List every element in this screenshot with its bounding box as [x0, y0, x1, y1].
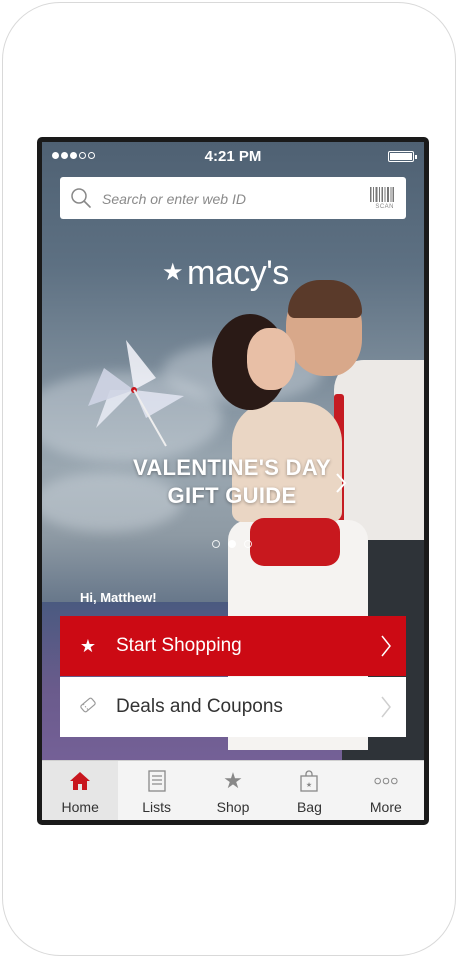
tab-shop-label: Shop — [216, 799, 250, 815]
pinwheel-icon — [88, 340, 184, 447]
deals-and-coupons-label: Deals and Coupons — [116, 696, 283, 717]
chevron-right-icon — [366, 677, 406, 737]
greeting-text: Hi, Matthew! — [80, 590, 157, 605]
svg-text:★: ★ — [306, 781, 312, 789]
tab-lists[interactable]: Lists — [118, 761, 194, 820]
bag-icon: ★ — [297, 769, 321, 793]
tab-lists-label: Lists — [142, 799, 171, 815]
status-time: 4:21 PM — [204, 148, 262, 165]
hero-title-line2: GIFT GUIDE — [167, 483, 297, 508]
coupon-tag-icon — [60, 696, 116, 719]
carousel-dot[interactable] — [212, 540, 220, 548]
battery-icon — [388, 151, 417, 162]
tab-home[interactable]: Home — [42, 761, 119, 820]
bottom-tab-bar: Home Lists ★ Shop ★ Bag More — [42, 760, 424, 820]
list-icon — [145, 769, 169, 793]
phone-screen: 4:21 PM Search or enter web ID SCAN ★ ma… — [37, 137, 429, 825]
deals-and-coupons-button[interactable]: Deals and Coupons — [60, 677, 406, 737]
tab-bag-label: Bag — [296, 799, 322, 815]
more-icon — [374, 769, 398, 793]
app-viewport: 4:21 PM Search or enter web ID SCAN ★ ma… — [42, 142, 424, 820]
star-icon: ★ — [223, 768, 243, 793]
carousel-next-chevron-icon[interactable] — [334, 472, 348, 494]
tab-shop[interactable]: ★ Shop — [195, 761, 271, 820]
chevron-right-icon — [366, 616, 406, 676]
phone-frame: 4:21 PM Search or enter web ID SCAN ★ ma… — [2, 2, 456, 956]
home-icon — [68, 769, 92, 793]
hero-title-line1: VALENTINE'S DAY — [133, 455, 331, 480]
search-icon — [71, 188, 91, 208]
hero-banner-title[interactable]: VALENTINE'S DAY GIFT GUIDE — [102, 454, 362, 510]
carousel-indicator — [212, 540, 252, 548]
tab-more-label: More — [369, 799, 402, 815]
carousel-dot[interactable] — [244, 540, 252, 548]
logo-text: macy's — [187, 254, 289, 292]
carousel-dot-active[interactable] — [228, 540, 236, 548]
search-bar[interactable]: SCAN — [60, 177, 406, 219]
status-bar: 4:21 PM — [42, 142, 424, 170]
search-input[interactable] — [100, 186, 354, 212]
star-icon: ★ — [79, 635, 97, 656]
logo-star-icon: ★ — [162, 259, 184, 286]
start-shopping-label: Start Shopping — [116, 635, 242, 656]
tab-home-label: Home — [61, 799, 99, 815]
tab-bag[interactable]: ★ Bag — [271, 761, 347, 820]
macys-logo: ★ macy's — [162, 254, 289, 293]
start-shopping-button[interactable]: ★ Start Shopping — [60, 616, 406, 676]
tab-more[interactable]: More — [348, 761, 424, 820]
scan-label: SCAN — [375, 204, 394, 210]
